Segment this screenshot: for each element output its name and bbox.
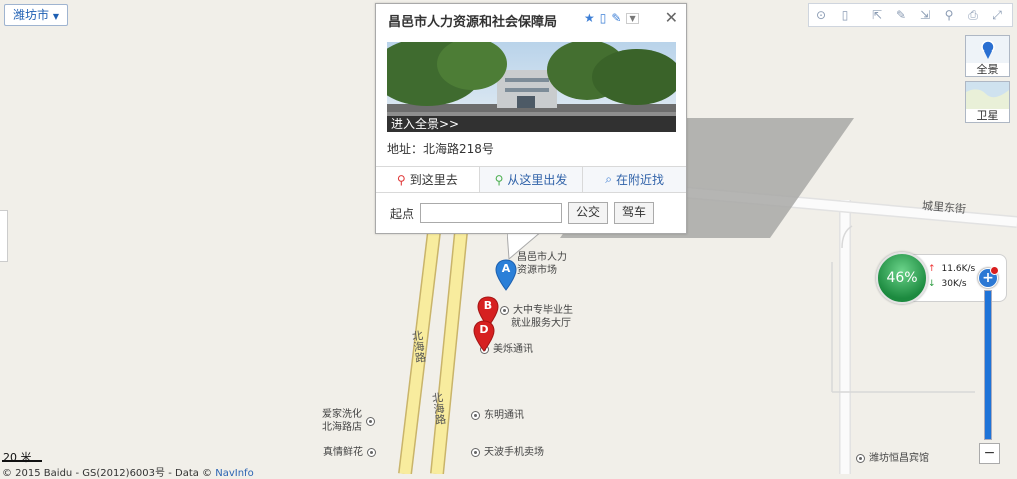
enter-panorama-link[interactable]: 进入全景>> [387,116,676,132]
map-toolbar: ⊙ ▯ ⇱ ✎ ⇲ ⚲ ⎙ ⤢ [808,3,1013,27]
toolbar-divider [857,4,865,26]
edit-icon[interactable]: ✎ [611,11,621,25]
poi-aijia-label-line1: 爱家洗化 [322,409,362,420]
zoom-rail[interactable] [984,290,992,440]
share-icon[interactable]: ⇱ [865,4,889,26]
traffic-icon[interactable]: ▯ [833,4,857,26]
pin-icon[interactable]: ⚲ [937,4,961,26]
tab-from-here[interactable]: ⚲ 从这里出发 [478,167,583,192]
copyright: © 2015 Baidu - GS(2012)6003号 - Data © Na… [2,464,254,479]
city-selector[interactable]: 潍坊市 ▼ [4,4,68,26]
poi-aijia[interactable]: 爱家洗化 北海路店 [322,408,379,434]
tab-go-here[interactable]: ⚲ 到这里去 [376,167,479,192]
tab-nearby[interactable]: ⌕ 在附近找 [582,167,687,192]
poi-dot-icon [471,447,480,457]
tab-go-here-label: 到这里去 [409,173,458,187]
close-icon[interactable]: ✕ [665,8,678,27]
poi-meishuo-label: 美烁通讯 [493,344,533,355]
popup-address: 地址：北海路218号 [387,142,494,156]
scale-label: 20 米 [3,451,32,464]
panorama-layer-button[interactable]: 全景 [965,35,1010,77]
poi-dot-icon [500,305,509,315]
scale-bar [2,460,42,462]
poi-aijia-label-line2: 北海路店 [322,422,362,433]
marker-d[interactable]: D [473,320,495,352]
popup-route-tabs: ⚲ 到这里去 ⚲ 从这里出发 ⌕ 在附近找 [376,166,687,193]
poi-tianbo-label: 天波手机卖场 [484,447,544,458]
phone-icon[interactable]: ▯ [600,11,607,25]
chevron-down-icon: ▼ [52,12,59,21]
zoom-slider[interactable] [979,290,999,462]
panorama-pin-icon [981,40,995,59]
satellite-layer-button[interactable]: 卫星 [965,81,1010,123]
drive-route-button[interactable]: 驾车 [614,202,655,224]
popup-tail [507,231,543,261]
upload-arrow-icon: ↑ [928,264,936,274]
poi-dongming[interactable]: 东明通讯 [467,409,524,422]
left-panel-handle[interactable] [0,210,8,262]
poi-hengchang[interactable]: 潍坊恒昌宾馆 [852,452,929,465]
poi-dot-icon [366,416,375,426]
download-arrow-icon: ↓ [928,279,936,289]
satellite-layer-label: 卫星 [966,109,1009,122]
marker-a[interactable]: A [495,259,517,291]
beihai-road-east [431,231,467,474]
star-icon[interactable]: ★ [584,11,595,25]
more-dropdown-icon[interactable]: ▼ [626,12,639,24]
tab-from-here-label: 从这里出发 [507,173,568,187]
download-speed-value: 30K/s [941,279,967,289]
marker-b-letter: B [483,299,493,312]
poi-a-label-line2: 资源市场 [517,265,557,276]
fullscreen-icon[interactable]: ⤢ [985,4,1009,26]
poi-dongming-label: 东明通讯 [484,410,524,421]
start-point-label: 起点 [390,206,415,221]
network-usage-gauge[interactable]: 46% [876,252,928,304]
satellite-thumbnail-icon [966,82,1009,109]
poi-b[interactable]: 大中专毕业生 就业服务大厅 [496,304,573,330]
ranging-icon[interactable]: ⊙ [809,4,833,26]
marker-d-letter: D [479,323,489,336]
download-speed: ↓ 30K/s [928,279,967,289]
popup-title: 昌邑市人力资源和社会保障局 [388,15,558,30]
poi-dot-icon [367,447,376,457]
location-pin-icon: ⚲ [494,172,504,187]
mark-icon[interactable]: ⇲ [913,4,937,26]
location-pin-icon: ⚲ [396,172,406,187]
print-icon[interactable]: ⎙ [961,4,985,26]
poi-dot-icon [856,453,865,463]
route-form: 起点 公交 驾车 [390,202,655,224]
upload-speed-value: 11.6K/s [941,264,976,274]
poi-b-label-line2: 就业服务大厅 [511,318,571,329]
upload-speed: ↑ 11.6K/s [928,264,975,274]
search-icon: ⌕ [605,172,613,186]
panorama-layer-label: 全景 [966,63,1009,76]
bus-route-button[interactable]: 公交 [568,202,609,224]
tab-nearby-label: 在附近找 [616,173,665,187]
poi-zhenqing-label: 真情鲜花 [323,447,363,458]
city-selector-label: 潍坊市 [13,8,50,22]
start-point-input[interactable] [420,203,563,223]
notification-dot [990,266,999,275]
poi-hengchang-label: 潍坊恒昌宾馆 [869,453,929,464]
popup-actions: ★ ▯ ✎ ▼ [584,11,639,25]
marker-a-letter: A [501,262,511,275]
panorama-photo[interactable]: 进入全景>> [387,42,676,132]
measure-icon[interactable]: ✎ [889,4,913,26]
poi-b-label-line1: 大中专毕业生 [513,305,573,316]
zoom-out-button[interactable]: − [979,443,1000,464]
poi-tianbo[interactable]: 天波手机卖场 [467,446,544,459]
poi-dot-icon [471,410,480,420]
poi-zhenqing[interactable]: 真情鲜花 [323,446,380,459]
info-popup: 昌邑市人力资源和社会保障局 ★ ▯ ✎ ▼ ✕ 进入全景>> 地址：北海路218… [375,3,687,234]
